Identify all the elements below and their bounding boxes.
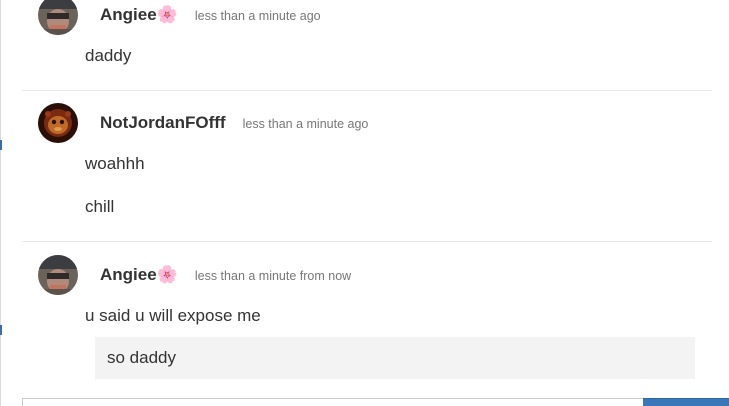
username[interactable]: Angiee🌸: [100, 5, 178, 25]
panel-edge-marker: [0, 140, 2, 150]
timestamp: less than a minute ago: [242, 117, 369, 131]
panel-border: [0, 0, 1, 406]
timestamp: less than a minute ago: [194, 9, 321, 23]
timestamp: less than a minute from now: [194, 269, 352, 283]
message-header: Angiee🌸 less than a minute from now: [100, 265, 351, 285]
message-text[interactable]: u said u will expose me: [73, 295, 673, 337]
username[interactable]: NotJordanFOfff: [100, 113, 226, 133]
user-photo-icon: [38, 255, 78, 295]
panel-edge-marker: [0, 325, 2, 335]
message-header: Angiee🌸 less than a minute ago: [100, 5, 321, 25]
user-photo-icon: [38, 0, 78, 35]
message-text[interactable]: chill: [73, 186, 673, 228]
message-header: NotJordanFOfff less than a minute ago: [100, 113, 368, 133]
message-text[interactable]: woahhh: [73, 143, 673, 185]
send-button[interactable]: [643, 398, 729, 406]
username[interactable]: Angiee🌸: [100, 265, 178, 285]
message-input[interactable]: [22, 398, 644, 406]
message-text-highlighted[interactable]: so daddy: [95, 337, 695, 379]
message-text[interactable]: daddy: [73, 35, 673, 77]
avatar[interactable]: [38, 103, 78, 143]
avatar[interactable]: [38, 255, 78, 295]
avatar[interactable]: [38, 0, 78, 35]
chat-window: Angiee🌸 less than a minute ago daddy Not…: [0, 0, 729, 406]
user-photo-icon: [38, 103, 78, 143]
divider: [22, 241, 712, 242]
divider: [22, 90, 712, 91]
